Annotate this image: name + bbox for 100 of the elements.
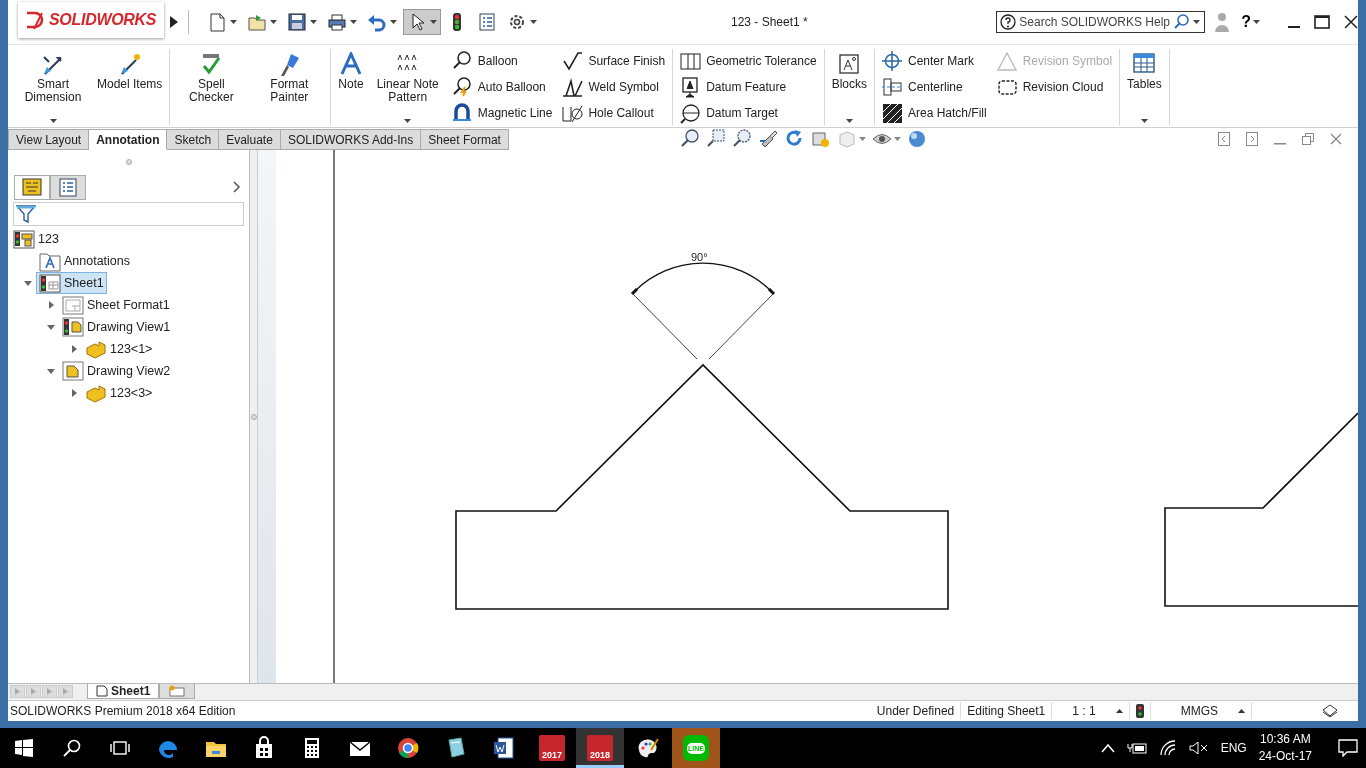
tile-left-button[interactable] — [1218, 132, 1230, 146]
ribbon-button[interactable]: Tables — [1125, 49, 1164, 123]
view-tool-button[interactable] — [706, 129, 727, 149]
note-icon — [339, 52, 364, 76]
chevron-up-icon — [1100, 743, 1115, 753]
sheet-format-icon — [62, 294, 84, 316]
tile-right-button[interactable] — [1246, 132, 1258, 146]
centerline-icon — [882, 76, 903, 98]
hatch-icon — [882, 102, 903, 124]
ribbon-button[interactable]: Spell Checker — [175, 49, 248, 123]
view-tool-button[interactable] — [732, 129, 753, 149]
caret-icon — [893, 137, 901, 141]
part-icon — [85, 382, 107, 404]
ribbon-tab[interactable]: SOLIDWORKS Add-Ins — [280, 129, 422, 150]
ribbon-button[interactable]: Format Painter — [253, 49, 326, 123]
scale-button[interactable]: 1 : 1 — [1051, 702, 1129, 719]
sheet-icon — [39, 272, 61, 294]
up-caret-icon — [1115, 708, 1123, 713]
close-button[interactable] — [1344, 15, 1358, 29]
up-caret-icon — [1238, 708, 1245, 713]
expand-arrow-icon — [169, 16, 178, 28]
caret-icon — [309, 20, 317, 24]
ds-logo-icon — [24, 9, 46, 31]
document-icon — [492, 736, 516, 760]
restore-icon — [1302, 133, 1314, 145]
ribbon-button[interactable]: Centerline — [880, 76, 989, 98]
tree-item[interactable]: 123<3> — [82, 382, 156, 404]
quick-access-button[interactable] — [402, 9, 441, 35]
taskbar-app[interactable]: 2018 — [576, 728, 624, 768]
tree-item[interactable]: Sheet1 — [36, 272, 107, 294]
expanded-arrow-icon — [47, 324, 55, 330]
maximize-button[interactable] — [1314, 15, 1330, 29]
search-icon — [1174, 14, 1191, 30]
maximize-icon — [1314, 15, 1330, 29]
undo-arrow-icon — [366, 12, 387, 32]
display-style-icon — [810, 129, 831, 149]
close-icon — [1344, 15, 1358, 29]
close-icon — [1330, 133, 1342, 145]
view-tool-button[interactable] — [758, 129, 779, 149]
ribbon-button[interactable]: Weld Symbol — [560, 76, 668, 98]
minimize-icon — [1288, 26, 1300, 28]
ribbon-button[interactable]: Hole Callout — [560, 102, 668, 124]
help-button[interactable]: ? — [1239, 13, 1253, 31]
caret-icon — [858, 137, 866, 141]
panel-tab[interactable] — [50, 174, 86, 200]
tree-item[interactable]: Sheet Format1 — [59, 294, 173, 316]
taskbar-app[interactable]: 2017 — [528, 728, 576, 768]
ribbon-tab[interactable]: Annotation — [89, 129, 168, 150]
tree-item[interactable]: 123<1> — [82, 338, 156, 360]
restore-button[interactable] — [1302, 133, 1314, 145]
grip-dot-icon — [250, 413, 257, 420]
view-tool-button[interactable] — [680, 129, 701, 149]
ribbon-button[interactable]: Model Items — [95, 49, 165, 123]
ribbon-tab[interactable]: Sheet Format — [421, 129, 509, 150]
separator-icon — [187, 10, 189, 34]
ribbon-button[interactable]: Linear Note Pattern — [371, 49, 444, 123]
caret-icon — [269, 20, 277, 24]
ribbon-button[interactable]: Geometric Tolerance — [678, 50, 819, 72]
ribbon-tab[interactable]: Evaluate — [219, 129, 281, 150]
feature-tree-icon — [22, 177, 42, 197]
clock[interactable]: 10:36 AM 24-Oct-17 — [1258, 731, 1312, 765]
tree-item[interactable]: Annotations — [36, 250, 134, 272]
ribbon-button[interactable]: Magnetic Line — [449, 102, 555, 124]
panel-tab[interactable] — [14, 174, 50, 200]
notifications-button[interactable] — [1338, 739, 1358, 757]
app-label: 2017 — [539, 735, 565, 761]
ribbon-button[interactable]: Surface Finish — [560, 50, 668, 72]
tree-item[interactable]: 123 — [10, 228, 62, 250]
dimension-text: 90° — [691, 251, 708, 263]
rebuild-icon — [1322, 703, 1338, 718]
save-icon — [286, 12, 307, 32]
units-button[interactable]: MMGS — [1149, 702, 1251, 719]
list-properties-icon — [476, 12, 497, 32]
view-tool-button[interactable] — [906, 129, 927, 149]
search-input[interactable]: Search SOLIDWORKS Help — [1019, 15, 1172, 29]
sheet-tab[interactable]: Sheet1 — [87, 684, 160, 699]
ribbon-button[interactable]: Datum Target — [678, 102, 819, 124]
weld-symbol-icon — [562, 76, 584, 98]
ribbon-button[interactable]: Note — [336, 49, 366, 123]
ribbon-button[interactable]: Blocks — [829, 49, 869, 123]
sphere-icon — [906, 129, 927, 149]
zoom-to-fit-icon — [680, 129, 701, 149]
ribbon-tab[interactable]: View Layout — [8, 129, 90, 150]
language-indicator[interactable]: ENG — [1220, 741, 1247, 755]
expand-panel-button[interactable] — [233, 181, 241, 193]
ribbon-button[interactable]: Balloon — [449, 50, 555, 72]
tree-item[interactable]: Drawing View2 — [59, 360, 174, 382]
ribbon-button[interactable]: Revision Cloud — [994, 76, 1115, 98]
caret-icon — [429, 20, 437, 24]
tree-item[interactable]: Drawing View1 — [59, 316, 174, 338]
traffic-light-icon — [1135, 703, 1144, 718]
ribbon-tab[interactable]: Sketch — [167, 129, 220, 150]
ribbon-button[interactable]: Area Hatch/Fill — [880, 102, 989, 124]
crosshair-icon — [882, 50, 903, 72]
search-bar[interactable]: Search SOLIDWORKS Help — [996, 11, 1206, 33]
ribbon-button[interactable]: Datum Feature — [678, 76, 819, 98]
ribbon-button[interactable]: Auto Balloon — [449, 76, 555, 98]
filter-field[interactable] — [13, 202, 244, 226]
ribbon-button[interactable]: Smart Dimension — [17, 49, 89, 123]
ribbon-button[interactable]: Center Mark — [880, 50, 989, 72]
